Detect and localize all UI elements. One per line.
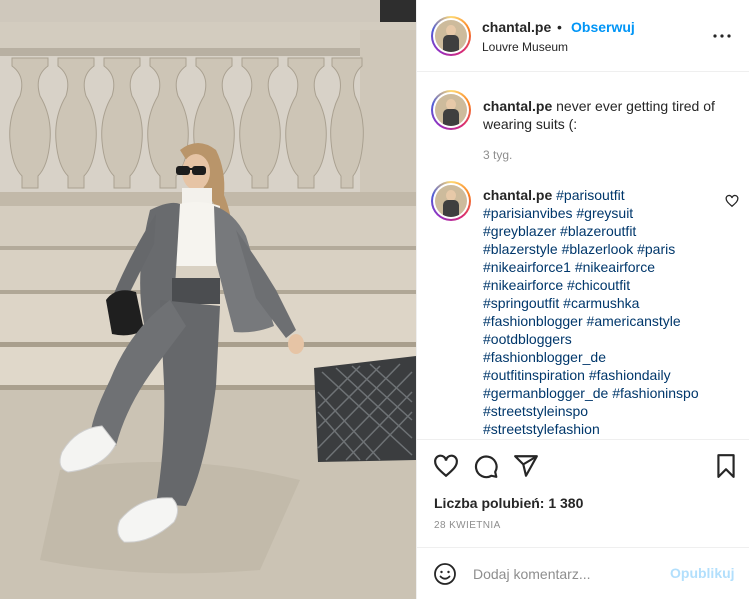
hashtag-link[interactable]: #paris <box>637 241 675 257</box>
hashtag-link[interactable]: #springoutfit <box>483 295 559 311</box>
hashtag-link[interactable]: #carmushka <box>563 295 639 311</box>
hashtag-line: #fashionblogger_de <box>483 348 718 366</box>
hashtag-link[interactable]: #nikeairforce <box>483 277 563 293</box>
hashtag-line: #nikeairforce #chicoutfit <box>483 276 718 294</box>
hashtag-line: #springoutfit #carmushka <box>483 294 718 312</box>
post-actions: Liczba polubień: 1 380 28 KWIETNIA <box>417 439 749 547</box>
hashtag-line: #parisoutfit <box>556 187 624 203</box>
hashtag-line: #fashionblogger #americanstyle <box>483 312 718 330</box>
hashtag-line: #germanblogger_de #fashioninspo <box>483 384 718 402</box>
hashtag-link[interactable]: #blazerstyle <box>483 241 558 257</box>
hashtag-link[interactable]: #nikeairforce <box>575 259 655 275</box>
hashtag-link[interactable]: #nikeairforce1 <box>483 259 571 275</box>
hashtag-link[interactable]: #greysuit <box>576 205 633 221</box>
caption: chantal.pe never ever getting tired of w… <box>483 97 738 133</box>
post-date[interactable]: 28 KWIETNIA <box>434 520 501 531</box>
hashtag-link[interactable]: #streetstylefashion <box>483 421 600 437</box>
hashtag-line: #nikeairforce1 #nikeairforce <box>483 258 718 276</box>
hashtag-link[interactable]: #greyblazer <box>483 223 556 239</box>
hashtag-link[interactable]: #fashionblogger <box>483 313 583 329</box>
header-separator: • <box>557 19 562 35</box>
hashtag-link[interactable]: #outfitinspiration <box>483 367 585 383</box>
post-comment-button[interactable]: Opublikuj <box>670 565 735 581</box>
hashtag-link[interactable]: #fashioninspo <box>612 385 698 401</box>
author-avatar[interactable] <box>431 16 471 56</box>
author-username-link[interactable]: chantal.pe <box>482 19 551 35</box>
comment-input[interactable] <box>473 562 663 586</box>
hashtag-link[interactable]: #americanstyle <box>587 313 681 329</box>
hashtag-link[interactable]: #ootdbloggers <box>483 331 572 347</box>
follow-button[interactable]: Obserwuj <box>571 19 635 35</box>
hashtag-link[interactable]: #parisianvibes <box>483 205 573 221</box>
hashtag-comment: chantal.pe #parisoutfit #parisianvibes #g… <box>483 186 718 438</box>
add-comment-bar: Opublikuj <box>417 547 749 599</box>
comment-author-avatar[interactable] <box>431 181 471 221</box>
caption-timestamp[interactable]: 3 tyg. <box>483 148 512 162</box>
caption-author-avatar[interactable] <box>431 90 471 130</box>
comment-username-link[interactable]: chantal.pe <box>483 187 552 203</box>
bookmark-icon[interactable] <box>713 453 739 479</box>
share-icon[interactable] <box>513 453 539 479</box>
post-details-panel: chantal.pe • Obserwuj Louvre Museum chan… <box>416 0 749 599</box>
hashtag-line: #blazerstyle #blazerlook #paris <box>483 240 718 258</box>
hashtag-line: #streetstylefashion <box>483 420 718 438</box>
post-header: chantal.pe • Obserwuj Louvre Museum <box>417 0 749 72</box>
hashtag-line: #streetstyleinspo <box>483 402 718 420</box>
heart-icon[interactable] <box>433 453 459 479</box>
hashtag-line: #greyblazer #blazeroutfit <box>483 222 718 240</box>
more-horizontal-icon[interactable] <box>710 26 734 46</box>
comment-icon[interactable] <box>473 453 499 479</box>
comments-list[interactable]: chantal.pe never ever getting tired of w… <box>417 73 749 439</box>
photo-woman-grey-suit-on-stone-steps <box>0 0 416 599</box>
hashtag-link[interactable]: #germanblogger_de <box>483 385 608 401</box>
hashtag-link[interactable]: #fashionblogger_de <box>483 349 606 365</box>
hashtag-link[interactable]: #parisoutfit <box>556 187 624 203</box>
caption-username-link[interactable]: chantal.pe <box>483 98 552 114</box>
hashtag-line: #outfitinspiration #fashiondaily <box>483 366 718 384</box>
location-link[interactable]: Louvre Museum <box>482 40 568 54</box>
hashtag-link[interactable]: #blazerlook <box>562 241 634 257</box>
hashtag-link[interactable]: #blazeroutfit <box>560 223 636 239</box>
comment-heart-icon[interactable] <box>725 194 739 208</box>
hashtag-link[interactable]: #chicoutfit <box>567 277 630 293</box>
hashtag-link[interactable]: #fashiondaily <box>589 367 671 383</box>
hashtag-line: #ootdbloggers <box>483 330 718 348</box>
emoji-icon[interactable] <box>433 562 457 586</box>
post-photo[interactable] <box>0 0 416 599</box>
hashtag-line: #parisianvibes #greysuit <box>483 204 718 222</box>
hashtag-link[interactable]: #streetstyleinspo <box>483 403 588 419</box>
likes-count[interactable]: Liczba polubień: 1 380 <box>434 495 583 511</box>
